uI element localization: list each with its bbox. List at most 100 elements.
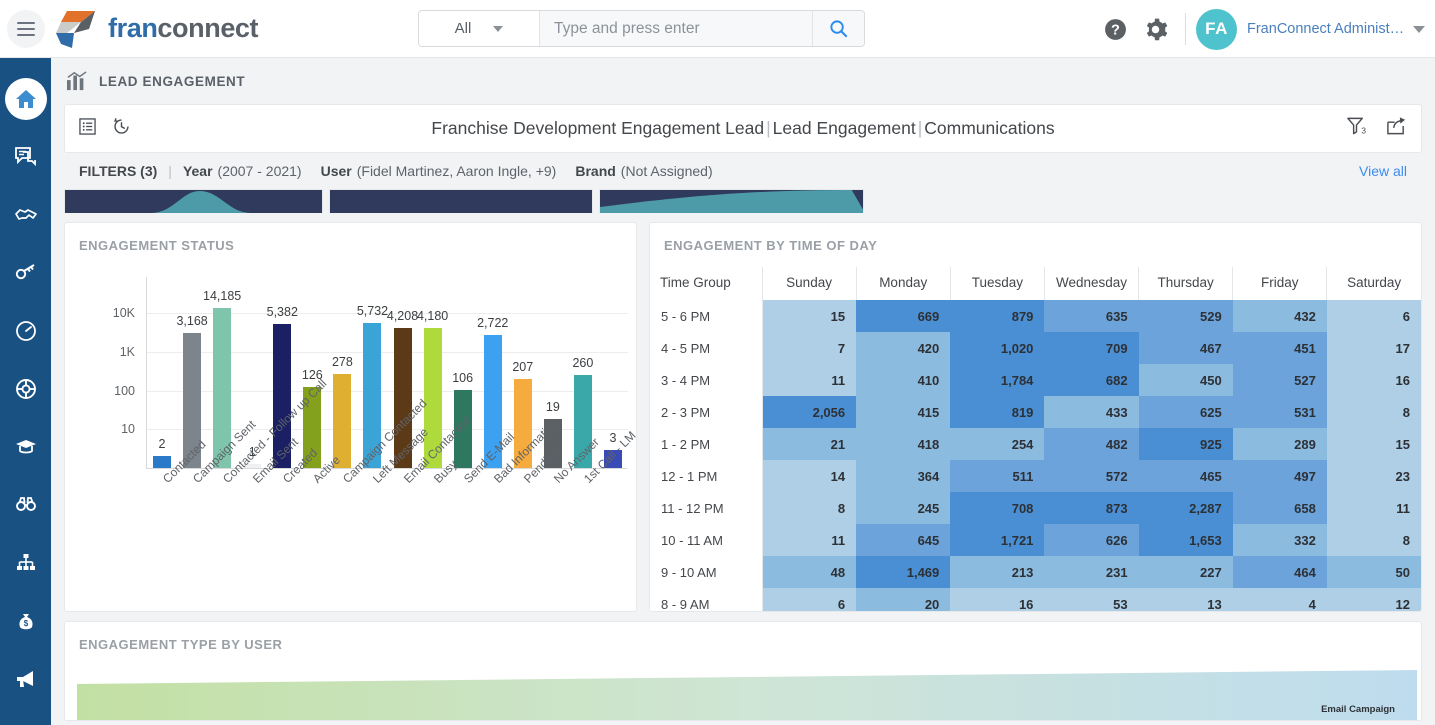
heatmap-cell[interactable]: 529 (1139, 300, 1233, 332)
heatmap-cell[interactable]: 708 (950, 492, 1044, 524)
heatmap-cell[interactable]: 12 (1327, 588, 1421, 611)
heatmap-cell[interactable]: 14 (762, 460, 856, 492)
history-button[interactable] (112, 117, 131, 141)
heatmap-cell[interactable]: 11 (762, 524, 856, 556)
heatmap-cell[interactable]: 410 (856, 364, 950, 396)
heatmap-cell[interactable]: 53 (1044, 588, 1138, 611)
heatmap-cell[interactable]: 682 (1044, 364, 1138, 396)
sparkline-card-3[interactable] (599, 189, 864, 213)
sidebar-item-training[interactable] (3, 418, 49, 476)
heatmap-cell[interactable]: 48 (762, 556, 856, 588)
heatmap-cell[interactable]: 6 (762, 588, 856, 611)
heatmap-cell[interactable]: 8 (1327, 396, 1421, 428)
heatmap-cell[interactable]: 709 (1044, 332, 1138, 364)
heatmap-cell[interactable]: 15 (1327, 428, 1421, 460)
heatmap-cell[interactable]: 2,287 (1139, 492, 1233, 524)
sidebar-item-access[interactable] (3, 244, 49, 302)
sidebar-item-marketing[interactable] (3, 650, 49, 708)
heatmap-cell[interactable]: 20 (856, 588, 950, 611)
user-menu[interactable]: FA FranConnect Administr... (1196, 9, 1413, 50)
heatmap-cell[interactable]: 17 (1327, 332, 1421, 364)
heatmap-cell[interactable]: 16 (1327, 364, 1421, 396)
heatmap-cell[interactable]: 531 (1233, 396, 1327, 428)
heatmap-cell[interactable]: 420 (856, 332, 950, 364)
heatmap-cell[interactable]: 465 (1139, 460, 1233, 492)
heatmap-cell[interactable]: 572 (1044, 460, 1138, 492)
heatmap-cell[interactable]: 658 (1233, 492, 1327, 524)
sidebar-item-finance[interactable]: $ (3, 592, 49, 650)
heatmap-cell[interactable]: 635 (1044, 300, 1138, 332)
heatmap-cell[interactable]: 4 (1233, 588, 1327, 611)
filter-button[interactable]: 3 (1346, 116, 1367, 141)
heatmap-cell[interactable]: 1,721 (950, 524, 1044, 556)
heatmap-cell[interactable]: 415 (856, 396, 950, 428)
heatmap-cell[interactable]: 626 (1044, 524, 1138, 556)
sidebar-item-hierarchy[interactable] (3, 534, 49, 592)
sidebar-item-home[interactable] (3, 70, 49, 128)
filter-name-user[interactable]: User (321, 163, 352, 179)
heatmap-cell[interactable]: 11 (762, 364, 856, 396)
heatmap-cell[interactable]: 289 (1233, 428, 1327, 460)
heatmap-cell[interactable]: 819 (950, 396, 1044, 428)
heatmap-cell[interactable]: 364 (856, 460, 950, 492)
heatmap-cell[interactable]: 450 (1139, 364, 1233, 396)
help-button[interactable]: ? (1095, 9, 1135, 49)
heatmap-cell[interactable]: 231 (1044, 556, 1138, 588)
heatmap-cell[interactable]: 21 (762, 428, 856, 460)
heatmap-cell[interactable]: 23 (1327, 460, 1421, 492)
heatmap-cell[interactable]: 879 (950, 300, 1044, 332)
heatmap-cell[interactable]: 433 (1044, 396, 1138, 428)
search-button[interactable] (812, 11, 864, 46)
sparkline-card-2[interactable] (329, 189, 593, 213)
heatmap-cell[interactable]: 8 (1327, 524, 1421, 556)
heatmap-cell[interactable]: 7 (762, 332, 856, 364)
search-category-dropdown[interactable]: All (419, 11, 540, 46)
heatmap-cell[interactable]: 873 (1044, 492, 1138, 524)
heatmap-cell[interactable]: 418 (856, 428, 950, 460)
heatmap-cell[interactable]: 625 (1139, 396, 1233, 428)
heatmap-cell[interactable]: 669 (856, 300, 950, 332)
sidebar-item-communications[interactable] (3, 128, 49, 186)
heatmap-cell[interactable]: 11 (1327, 492, 1421, 524)
hamburger-icon[interactable] (7, 10, 45, 48)
heatmap-cell[interactable]: 227 (1139, 556, 1233, 588)
view-all-link[interactable]: View all (1359, 163, 1407, 179)
heatmap-cell[interactable]: 6 (1327, 300, 1421, 332)
sidebar-item-support[interactable] (3, 360, 49, 418)
sidebar-item-opportunities[interactable] (3, 476, 49, 534)
sparkline-card-1[interactable] (64, 189, 323, 213)
list-view-button[interactable] (79, 118, 96, 140)
heatmap-cell[interactable]: 1,469 (856, 556, 950, 588)
heatmap-cell[interactable]: 50 (1327, 556, 1421, 588)
heatmap-cell[interactable]: 497 (1233, 460, 1327, 492)
search-input[interactable] (540, 11, 812, 46)
heatmap-scroll-area[interactable]: Time GroupSundayMondayTuesdayWednesdayTh… (650, 267, 1421, 611)
heatmap-cell[interactable]: 467 (1139, 332, 1233, 364)
heatmap-cell[interactable]: 1,020 (950, 332, 1044, 364)
heatmap-cell[interactable]: 15 (762, 300, 856, 332)
heatmap-cell[interactable]: 464 (1233, 556, 1327, 588)
heatmap-cell[interactable]: 511 (950, 460, 1044, 492)
heatmap-cell[interactable]: 8 (762, 492, 856, 524)
heatmap-cell[interactable]: 432 (1233, 300, 1327, 332)
heatmap-cell[interactable]: 1,784 (950, 364, 1044, 396)
sidebar-item-performance[interactable] (3, 302, 49, 360)
heatmap-cell[interactable]: 2,056 (762, 396, 856, 428)
heatmap-cell[interactable]: 925 (1139, 428, 1233, 460)
heatmap-cell[interactable]: 1,653 (1139, 524, 1233, 556)
settings-button[interactable] (1135, 9, 1175, 49)
filter-name-brand[interactable]: Brand (575, 163, 615, 179)
sidebar-item-partnerships[interactable] (3, 186, 49, 244)
heatmap-cell[interactable]: 213 (950, 556, 1044, 588)
heatmap-cell[interactable]: 245 (856, 492, 950, 524)
heatmap-cell[interactable]: 332 (1233, 524, 1327, 556)
heatmap-cell[interactable]: 527 (1233, 364, 1327, 396)
heatmap-cell[interactable]: 482 (1044, 428, 1138, 460)
share-button[interactable] (1386, 116, 1407, 141)
heatmap-cell[interactable]: 451 (1233, 332, 1327, 364)
franconnect-logo[interactable]: franconnect (55, 8, 258, 50)
heatmap-cell[interactable]: 16 (950, 588, 1044, 611)
filter-name-year[interactable]: Year (183, 163, 213, 179)
bar-6[interactable] (333, 374, 351, 468)
heatmap-cell[interactable]: 254 (950, 428, 1044, 460)
